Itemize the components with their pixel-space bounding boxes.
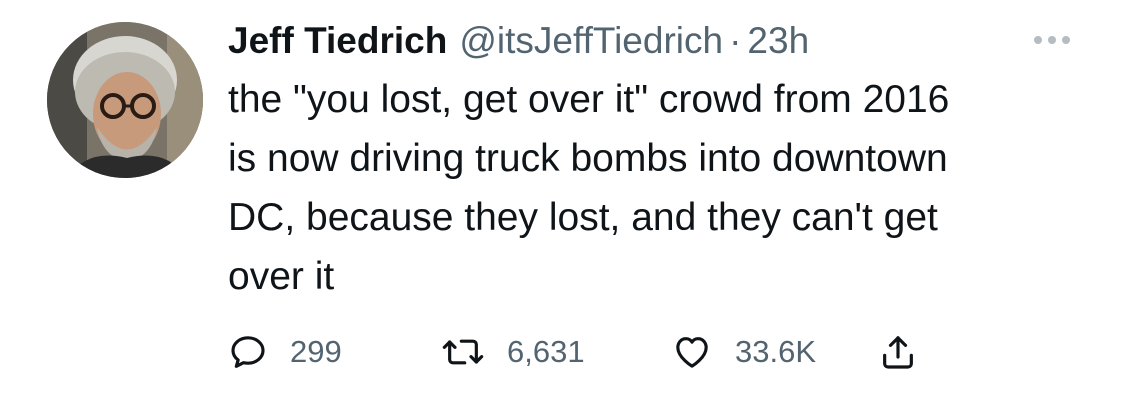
more-options-button[interactable]	[1028, 26, 1076, 54]
reply-count: 299	[290, 334, 342, 369]
reply-icon	[231, 336, 265, 368]
like-button[interactable]: 33.6K	[671, 327, 816, 377]
retweet-button[interactable]: 6,631	[441, 327, 585, 377]
retweet-icon	[442, 339, 484, 365]
avatar-photo	[47, 22, 203, 178]
tweet-text: the "you lost, get over it" crowd from 2…	[228, 78, 950, 298]
timestamp[interactable]: 23h	[747, 16, 809, 66]
ellipsis-icon	[1034, 36, 1042, 44]
author-handle[interactable]: @itsJeffTiedrich	[459, 16, 723, 66]
like-count: 33.6K	[735, 334, 817, 369]
share-icon	[883, 336, 913, 369]
ellipsis-dot	[1048, 36, 1056, 44]
tweet-header: Jeff Tiedrich @itsJeffTiedrich · 23h	[228, 16, 809, 66]
reply-button[interactable]: 299	[228, 327, 342, 377]
share-button[interactable]	[878, 327, 918, 377]
retweet-count: 6,631	[507, 334, 585, 369]
ellipsis-dot	[1062, 36, 1070, 44]
separator-dot: ·	[729, 20, 742, 61]
tweet-actions: 299 6,631 33.6K	[228, 327, 988, 377]
avatar[interactable]	[47, 22, 203, 178]
author-name[interactable]: Jeff Tiedrich	[228, 16, 447, 66]
tweet[interactable]: Jeff Tiedrich @itsJeffTiedrich · 23h the…	[0, 0, 1125, 409]
heart-icon	[676, 337, 708, 368]
